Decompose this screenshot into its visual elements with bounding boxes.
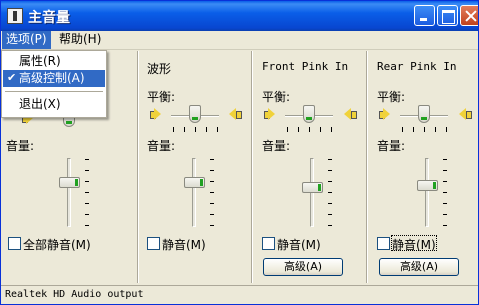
rear-pink-volume-slider-track[interactable] [425, 158, 429, 227]
speaker-left-icon [379, 107, 391, 121]
front-pink-balance-ticks [287, 127, 333, 132]
front-pink-balance-slider-thumb[interactable] [303, 105, 315, 123]
speaker-right-icon [343, 107, 357, 121]
front-pink-balance-label: 平衡: [262, 90, 291, 104]
minimize-button[interactable] [414, 5, 435, 26]
menu-item-properties-label: 属性(R) [19, 54, 61, 68]
column-divider [137, 51, 139, 283]
master-volume-ticks [85, 159, 89, 227]
master-volume-slider-thumb[interactable] [59, 177, 80, 188]
speaker-left-icon [264, 107, 276, 121]
wave-balance-label: 平衡: [147, 90, 176, 104]
maximize-button[interactable] [437, 5, 458, 26]
master-volume-slider-track[interactable] [67, 158, 71, 227]
column-divider [251, 51, 253, 283]
master-volume-label: 音量: [6, 139, 35, 153]
window-title: 主音量 [28, 10, 70, 26]
check-icon: ✔ [7, 71, 17, 84]
rear-pink-volume-slider-thumb[interactable] [417, 180, 438, 191]
master-mute-label: 全部静音(M) [23, 238, 91, 252]
rear-pink-advanced-button[interactable]: 高级(A) [379, 258, 459, 276]
menu-help[interactable]: 帮助(H) [55, 31, 105, 49]
master-mute-checkbox[interactable] [8, 237, 21, 250]
column-divider [366, 51, 368, 283]
focus-rectangle [391, 235, 437, 251]
speaker-right-icon [458, 107, 472, 121]
wave-volume-slider-track[interactable] [192, 158, 196, 227]
speaker-right-icon [228, 107, 242, 121]
wave-volume-slider-thumb[interactable] [184, 177, 205, 188]
status-bar: Realtek HD Audio output [1, 285, 478, 304]
front-pink-mute-label: 静音(M) [277, 238, 321, 252]
front-pink-volume-slider-thumb[interactable] [302, 182, 323, 193]
rear-pink-column-title: Rear Pink In [377, 60, 457, 73]
options-dropdown-menu: 属性(R) ✔ 高级控制(A) 退出(X) [1, 50, 107, 118]
wave-volume-label: 音量: [147, 139, 176, 153]
front-pink-volume-label: 音量: [262, 139, 291, 153]
rear-pink-volume-label: 音量: [377, 139, 406, 153]
volume-control-window: 主音量 选项(P) 帮助(H) 音量: 全部静音(M) 波形 平衡: 音量: 静… [0, 0, 479, 305]
menu-separator [5, 91, 103, 92]
rear-pink-volume-ticks [443, 159, 447, 227]
title-bar[interactable]: 主音量 [1, 1, 478, 31]
rear-pink-balance-label: 平衡: [377, 90, 406, 104]
wave-mute-checkbox[interactable] [147, 237, 160, 250]
close-button[interactable] [460, 5, 478, 26]
volume-control-icon[interactable] [7, 8, 23, 24]
wave-balance-ticks [173, 127, 219, 132]
rear-pink-balance-ticks [402, 127, 448, 132]
speaker-left-icon [150, 107, 162, 121]
wave-column-title: 波形 [147, 62, 172, 76]
menu-item-exit[interactable]: 退出(X) [3, 96, 105, 113]
menu-bar: 选项(P) 帮助(H) [1, 31, 478, 50]
front-pink-column-title: Front Pink In [262, 60, 349, 73]
menu-item-exit-label: 退出(X) [19, 97, 61, 111]
menu-options[interactable]: 选项(P) [2, 31, 51, 49]
front-pink-mute-checkbox[interactable] [262, 237, 275, 250]
wave-balance-slider-thumb[interactable] [189, 105, 201, 123]
wave-mute-label: 静音(M) [162, 238, 206, 252]
menu-item-advanced-controls[interactable]: ✔ 高级控制(A) [3, 70, 105, 87]
front-pink-advanced-button[interactable]: 高级(A) [263, 258, 343, 276]
wave-volume-ticks [210, 159, 214, 227]
rear-pink-balance-slider-thumb[interactable] [418, 105, 430, 123]
rear-pink-mute-checkbox[interactable] [377, 237, 390, 250]
front-pink-volume-ticks [328, 159, 332, 227]
menu-item-advanced-controls-label: 高级控制(A) [19, 71, 85, 85]
menu-item-properties[interactable]: 属性(R) [3, 53, 105, 70]
status-text: Realtek HD Audio output [5, 289, 144, 300]
